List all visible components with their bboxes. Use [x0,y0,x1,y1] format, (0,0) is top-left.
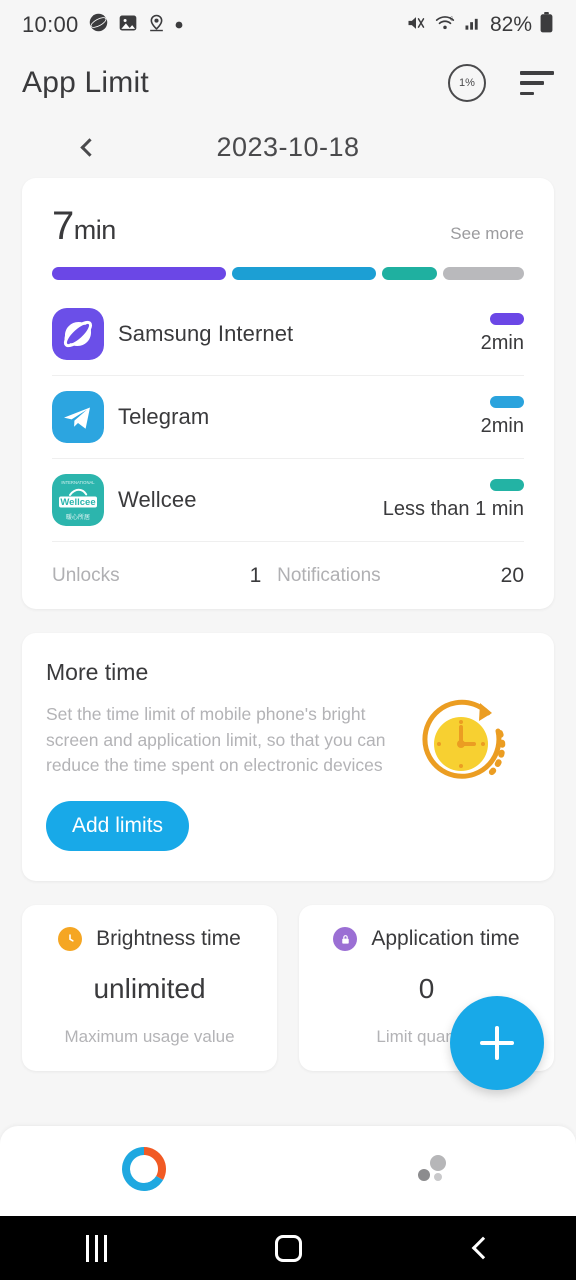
app-usage-meta: 2min [480,395,524,438]
status-bar-clock: 10:00 [22,12,79,37]
notifications-group: Notifications 20 [277,564,524,588]
clock-icon [58,927,83,952]
unlocks-label: Unlocks [52,564,120,586]
recents-bar-1 [85,1234,89,1262]
dot-icon [175,16,183,34]
segment-2 [381,267,438,280]
wifi-6-icon: 6 [434,13,456,38]
browser-icon [88,12,109,38]
status-bar-right: 6 82% [405,12,554,38]
donut-chart-icon [121,1146,167,1197]
app-bar-actions: 1% [448,64,554,102]
recents-bar-3 [103,1234,107,1262]
total-usage-value: 7min [52,204,116,249]
more-time-description: Set the time limit of mobile phone's bri… [46,704,386,776]
app-usage-row[interactable]: INTERNATIONAL Wellcee 暖心所居 Wellcee Less th… [52,458,524,541]
add-fab-button[interactable] [450,996,544,1090]
gallery-icon [118,13,138,38]
app-name: Samsung Internet [118,320,294,346]
date-nav: 2023-10-18 [0,116,576,178]
app-usage-meta: 2min [480,312,524,355]
see-more-link[interactable]: See more [450,224,524,244]
segment-0 [52,267,226,280]
sort-line-3 [520,91,534,95]
bottom-nav [0,1126,576,1216]
status-bar-left: 10:00 [22,12,183,38]
app-usage-time: 2min [480,414,524,437]
stat-value: unlimited [93,973,206,1005]
cellular-signal-icon [463,13,483,38]
samsung-internet-icon [52,307,104,360]
segment-3 [443,267,524,280]
home-square [274,1234,302,1262]
percent-ring-button[interactable]: 1% [448,64,486,102]
stat-title: Brightness time [96,927,241,951]
app-usage-time: Less than 1 min [382,497,524,520]
location-pin-icon [147,13,166,38]
app-usage-row[interactable]: Samsung Internet 2min [52,292,524,375]
notifications-label: Notifications [277,564,381,586]
app-usage-pill [490,478,524,491]
total-usage-number: 7 [52,204,74,248]
stat-subtitle: Maximum usage value [64,1027,235,1047]
plus-icon-vertical [495,1026,499,1060]
unlocks-value: 1 [249,563,262,587]
app-usage-time: 2min [480,331,524,354]
segment-1 [231,267,376,280]
stat-header: Brightness time [38,927,261,952]
battery-percent-label: 82% [489,13,532,36]
app-usage-pill [490,395,524,408]
svg-text:Wellcee: Wellcee [60,497,95,508]
battery-icon [539,12,554,38]
sort-line-1 [520,71,554,75]
telegram-icon [52,390,104,443]
percent-ring-label: 1% [459,77,475,89]
lock-icon [333,927,358,952]
svg-text:INTERNATIONAL: INTERNATIONAL [61,480,95,485]
notifications-value: 20 [500,563,524,587]
sort-line-2 [520,81,544,85]
summary-footer: Unlocks 1 Notifications 20 [52,541,524,609]
more-time-card: More time Set the time limit of mobile p… [22,633,554,882]
home-icon[interactable] [192,1216,384,1280]
recents-icon[interactable] [0,1216,192,1280]
app-name: Telegram [118,403,210,429]
unlocks-group: Unlocks 1 [52,564,261,588]
bubbles-icon [411,1148,453,1195]
page-title: App Limit [22,66,149,99]
app-usage-row[interactable]: Telegram 2min [52,375,524,458]
brightness-time-card[interactable]: Brightness time unlimited Maximum usage … [22,905,277,1072]
usage-segment-bar [52,267,524,280]
stat-title: Application time [371,927,520,951]
chevron-left-icon [79,137,99,157]
nav-item-bubbles[interactable] [288,1126,576,1216]
add-limits-button[interactable]: Add limits [46,801,190,852]
back-chevron [471,1236,494,1260]
app-usage-list: Samsung Internet 2min Telegram 2min INTE… [52,292,524,541]
clock-refresh-icon [410,691,514,795]
sort-icon[interactable] [520,71,554,95]
svg-text:暖心所居: 暖心所居 [66,513,90,521]
previous-day-button[interactable] [72,132,102,162]
recents-bar-2 [94,1234,98,1262]
usage-summary-header: 7min See more [52,204,524,249]
app-bar: App Limit 1% [0,50,576,116]
app-usage-pill [490,312,524,325]
nav-item-stats[interactable] [0,1126,288,1216]
status-bar: 10:00 6 82% [0,0,576,50]
app-usage-meta: Less than 1 min [382,478,524,521]
date-label: 2023-10-18 [216,131,360,162]
stat-header: Application time [315,927,538,952]
more-time-title: More time [46,659,149,685]
svg-text:6: 6 [450,16,453,22]
total-usage-unit: min [73,215,117,245]
usage-summary-card: 7min See more Samsung Internet 2min Tele… [22,178,554,609]
wellcee-icon: INTERNATIONAL Wellcee 暖心所居 [52,473,104,526]
android-nav-bar [0,1216,576,1280]
app-name: Wellcee [118,486,197,512]
mute-icon [405,13,427,38]
app-screen: 10:00 6 82% App Limit 1% 2023-10-18 7min… [0,0,576,1280]
back-icon[interactable] [384,1216,576,1280]
